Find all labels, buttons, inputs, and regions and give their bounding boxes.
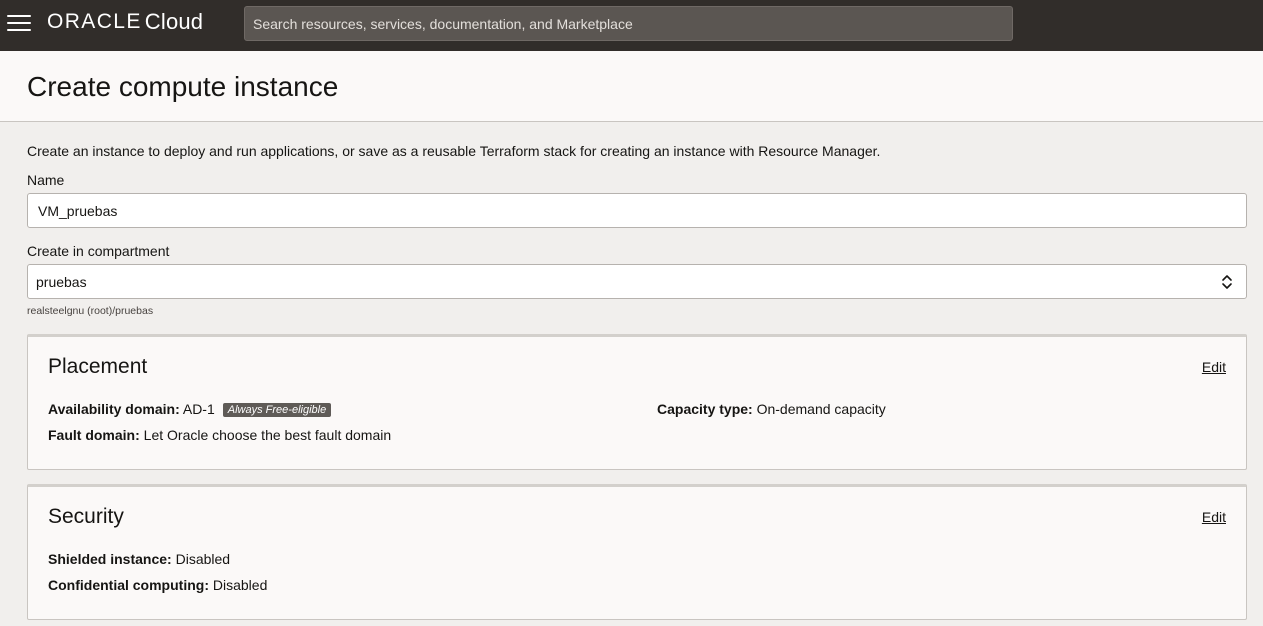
security-card: Security Edit Shielded instance: Disable… [27, 484, 1247, 620]
placement-title: Placement [48, 355, 148, 378]
fault-domain-value: Let Oracle choose the best fault domain [143, 427, 392, 443]
compartment-path-hint: realsteelgnu (root)/pruebas [27, 305, 154, 317]
compartment-select[interactable]: pruebas [27, 264, 1247, 299]
page-intro-text: Create an instance to deploy and run app… [27, 143, 881, 159]
capacity-type-value: On-demand capacity [756, 401, 886, 417]
logo-brand-text: ORACLE [47, 10, 142, 33]
name-label: Name [27, 172, 65, 188]
availability-domain-value: AD-1 [182, 401, 215, 417]
top-navigation-bar: ORACLE Cloud [0, 0, 1263, 51]
name-input[interactable] [28, 194, 1246, 227]
fault-domain-row: Fault domain: Let Oracle choose the best… [48, 427, 391, 443]
compartment-label: Create in compartment [27, 243, 170, 259]
menu-icon[interactable] [7, 14, 31, 32]
page-title: Create compute instance [27, 71, 339, 102]
always-free-badge: Always Free-eligible [222, 403, 332, 417]
placement-card: Placement Edit Availability domain: AD-1… [27, 334, 1247, 470]
availability-domain-row: Availability domain: AD-1 Always Free-eli… [48, 401, 332, 417]
logo-product-text: Cloud [144, 9, 204, 34]
shielded-instance-value: Disabled [175, 551, 231, 567]
security-edit-link[interactable]: Edit [1202, 509, 1226, 525]
availability-domain-label: Availability domain: [48, 401, 180, 417]
name-field [27, 193, 1247, 228]
shielded-instance-row: Shielded instance: Disabled [48, 551, 230, 567]
page-header: Create compute instance [0, 51, 1263, 122]
capacity-type-label: Capacity type: [657, 401, 753, 417]
fault-domain-label: Fault domain: [48, 427, 140, 443]
select-chevron-icon [1222, 275, 1232, 289]
placement-edit-link[interactable]: Edit [1202, 359, 1226, 375]
shielded-instance-label: Shielded instance: [48, 551, 172, 567]
confidential-computing-row: Confidential computing: Disabled [48, 577, 267, 593]
security-title: Security [48, 505, 124, 528]
oracle-cloud-logo[interactable]: ORACLE Cloud [47, 9, 203, 39]
main-content: Create an instance to deploy and run app… [0, 122, 1263, 626]
compartment-selected-value: pruebas [36, 274, 87, 290]
search-input[interactable] [244, 6, 1013, 41]
capacity-type-row: Capacity type: On-demand capacity [657, 401, 886, 417]
confidential-computing-label: Confidential computing: [48, 577, 209, 593]
confidential-computing-value: Disabled [212, 577, 268, 593]
